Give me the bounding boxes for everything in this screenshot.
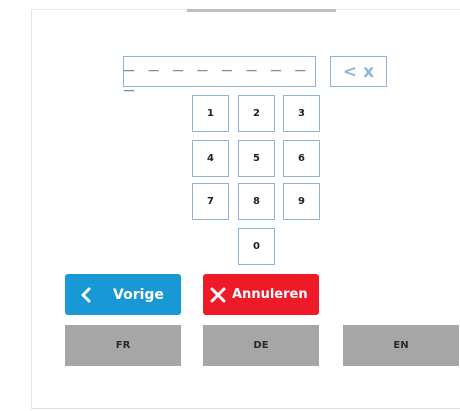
- key-4[interactable]: 4: [192, 140, 229, 177]
- previous-button[interactable]: Vorige: [65, 274, 181, 315]
- language-button-fr[interactable]: FR: [65, 325, 181, 366]
- backspace-button[interactable]: < x: [330, 56, 387, 87]
- key-3[interactable]: 3: [283, 95, 320, 132]
- close-icon: [208, 286, 228, 304]
- key-5[interactable]: 5: [238, 140, 275, 177]
- key-8[interactable]: 8: [238, 183, 275, 220]
- chevron-left-icon: [71, 287, 101, 303]
- key-6[interactable]: 6: [283, 140, 320, 177]
- language-button-en[interactable]: EN: [343, 325, 459, 366]
- top-handle: [187, 9, 336, 12]
- key-2[interactable]: 2: [238, 95, 275, 132]
- previous-button-label: Vorige: [113, 286, 164, 303]
- cancel-button[interactable]: Annuleren: [203, 274, 319, 315]
- cancel-button-label: Annuleren: [232, 287, 308, 302]
- pin-display-field: _ _ _ _ _ _ _ _ _: [123, 52, 316, 92]
- key-1[interactable]: 1: [192, 95, 229, 132]
- key-0[interactable]: 0: [238, 228, 275, 265]
- key-9[interactable]: 9: [283, 183, 320, 220]
- language-button-de[interactable]: DE: [203, 325, 319, 366]
- key-7[interactable]: 7: [192, 183, 229, 220]
